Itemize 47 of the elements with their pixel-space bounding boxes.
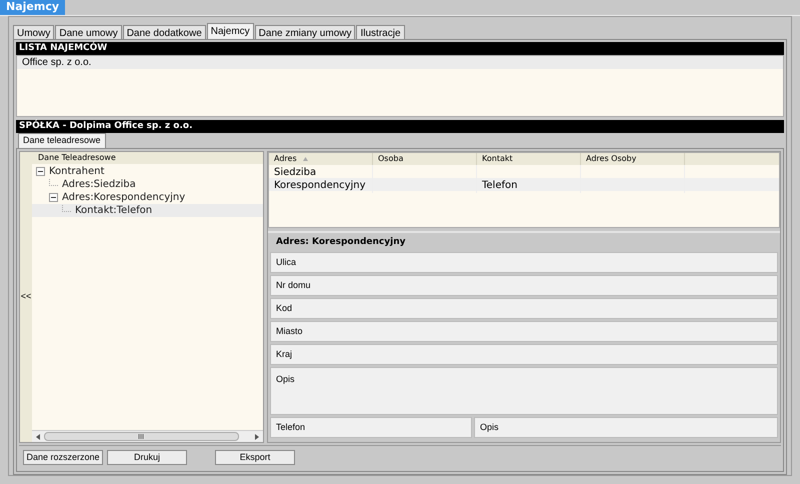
list-item[interactable]: Office sp. z o.o.: [17, 56, 783, 69]
window-title: Najemcy: [0, 0, 66, 15]
column-header[interactable]: Adres: [269, 153, 373, 165]
tree-item[interactable]: Adres:Korespondencyjny: [32, 191, 263, 204]
horizontal-scrollbar[interactable]: [32, 430, 263, 442]
action-button[interactable]: Drukuj: [107, 450, 187, 465]
section-title: Adres: Korespondencyjny: [275, 236, 406, 249]
column-header[interactable]: Osoba: [373, 153, 477, 165]
tree-label: Adres:Siedziba: [62, 178, 136, 192]
collapse-icon[interactable]: [49, 193, 58, 202]
column-header[interactable]: Adres Osoby: [581, 153, 685, 165]
section-header: LISTA NAJEMCÓW: [16, 42, 784, 55]
tab[interactable]: Dane zmiany umowy: [254, 25, 356, 39]
tab[interactable]: Umowy: [13, 25, 54, 39]
input-field[interactable]: Nr domu: [270, 275, 778, 296]
tree-item[interactable]: Kontrahent: [32, 165, 263, 178]
input-field[interactable]: Kod: [270, 298, 778, 319]
table-cell-text: Telefon: [482, 179, 518, 193]
column-header: Dane Teleadresowe: [32, 152, 263, 164]
tab[interactable]: Dane teleadresowe: [18, 133, 106, 148]
scrollbar-thumb[interactable]: [44, 432, 239, 441]
tree-label: Adres:Korespondencyjny: [62, 191, 186, 205]
input-field[interactable]: Opis: [270, 367, 778, 415]
section-header: SPÓŁKA - Dolpima Office sp. z o.o.: [16, 120, 784, 133]
tree-line-icon: [62, 205, 71, 212]
tab[interactable]: Ilustracje: [356, 25, 404, 39]
table-cell-text: Korespondencyjny: [274, 179, 366, 193]
action-button[interactable]: Dane rozszerzone: [23, 450, 103, 465]
input-field[interactable]: Opis: [474, 417, 778, 438]
tree-label: Kontakt:Telefon: [75, 204, 152, 218]
collapse-icon[interactable]: [36, 167, 45, 176]
input-field[interactable]: Telefon: [270, 417, 472, 438]
tab[interactable]: Najemcy: [206, 23, 254, 39]
input-field[interactable]: Ulica: [270, 252, 778, 273]
tree-item[interactable]: Kontakt:Telefon: [32, 204, 263, 217]
tree-label: Kontrahent: [49, 165, 104, 179]
tree-line-icon: [49, 179, 58, 186]
action-button[interactable]: Eksport: [215, 450, 295, 465]
table-row[interactable]: Korespondencyjny Telefon: [269, 178, 779, 191]
column-header[interactable]: Kontakt: [477, 153, 581, 165]
tab[interactable]: Dane umowy: [55, 25, 122, 39]
tab[interactable]: Dane dodatkowe: [122, 25, 206, 39]
input-field[interactable]: Miasto: [270, 321, 778, 342]
collapse-panel-button[interactable]: <<: [20, 290, 32, 304]
tree-item[interactable]: Adres:Siedziba: [32, 178, 263, 191]
table-cell-text: Siedziba: [274, 166, 316, 180]
input-field[interactable]: Kraj: [270, 344, 778, 365]
